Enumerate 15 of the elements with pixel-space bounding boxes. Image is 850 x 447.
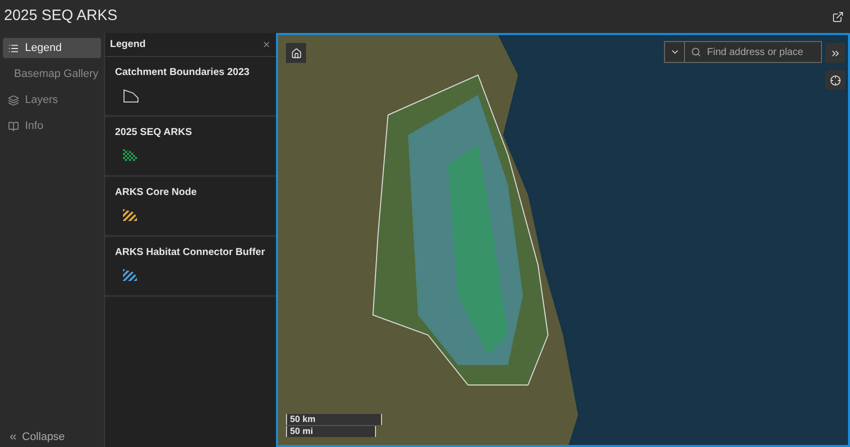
sidebar-tab[interactable]: Layers (3, 90, 101, 110)
scale-bar: 50 mi (286, 426, 376, 437)
sidebar-tab[interactable]: Info (3, 116, 101, 136)
layer-name: ARKS Core Node (115, 186, 198, 200)
sidebar-tab[interactable]: Legend (3, 38, 101, 58)
search-field[interactable]: Find address or place (707, 44, 821, 60)
panel-title: Legend (110, 38, 146, 52)
layer-name: Catchment Boundaries 2023 (115, 66, 250, 80)
layer-name: 2025 SEQ ARKS (115, 126, 193, 140)
search-bar[interactable]: Find address or place (664, 41, 822, 63)
app-title: 2025 SEQ ARKS (4, 6, 118, 26)
scale-bar: 50 km (286, 414, 382, 425)
layer-name: ARKS Habitat Connector Buffer (115, 246, 266, 260)
sidebar-tab[interactable]: Basemap Gallery (3, 64, 101, 84)
collapse-button[interactable]: Collapse (0, 428, 104, 445)
